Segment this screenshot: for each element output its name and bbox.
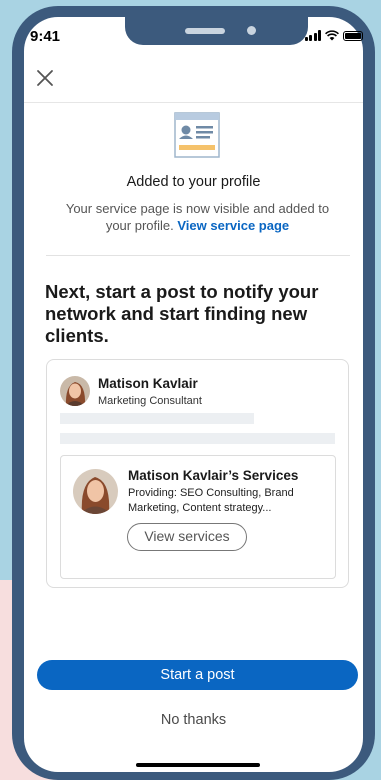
view-services-button[interactable]: View services [127,523,247,551]
avatar [60,376,90,406]
service-description: Providing: SEO Consulting, Brand Marketi… [128,487,294,514]
author-title: Marketing Consultant [98,395,202,407]
confirmation-description: Your service page is now visible and add… [56,200,339,234]
speaker [185,28,225,34]
service-title: Matison Kavlair’s Services [128,468,299,483]
phone-notch [125,17,308,45]
home-indicator [136,763,260,767]
header-divider [24,102,363,103]
signal-icon [304,30,321,41]
view-service-page-link[interactable]: View service page [177,218,289,233]
author-name: Matison Kavlair [98,376,198,391]
no-thanks-button[interactable]: No thanks [24,712,363,728]
confirmation-title: Added to your profile [126,174,261,190]
profile-card-icon [174,112,220,158]
status-icons [304,30,363,41]
close-icon[interactable] [36,69,54,87]
start-post-button[interactable]: Start a post [37,660,358,690]
status-time: 9:41 [30,28,61,45]
headline: Next, start a post to notify your networ… [45,281,319,346]
section-divider [46,255,350,256]
wifi-icon [325,30,339,41]
camera [247,26,256,35]
text-placeholder [60,433,335,444]
text-placeholder [60,413,254,424]
avatar [73,469,118,514]
battery-icon [343,30,363,41]
